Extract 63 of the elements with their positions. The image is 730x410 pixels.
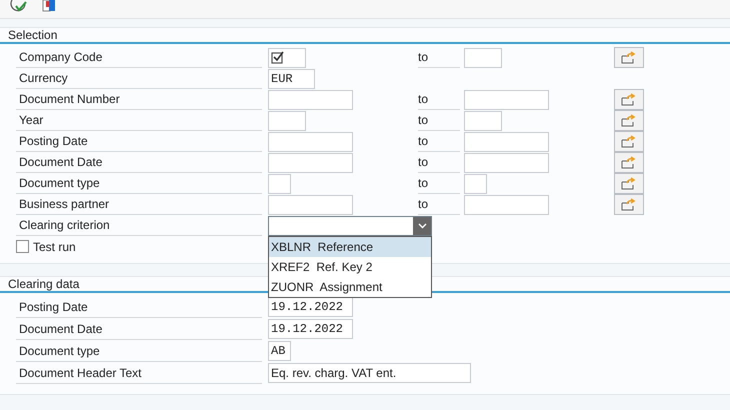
multiple-selection-button[interactable] [614, 47, 644, 68]
to-label: to [418, 133, 428, 150]
input-field[interactable] [464, 174, 487, 194]
input-field[interactable]: AB [268, 341, 291, 361]
arrow-into-box-icon [621, 198, 637, 211]
section-title: Selection [8, 27, 58, 44]
to-label: to [418, 49, 428, 66]
arrow-into-box-icon [621, 177, 637, 190]
field-label: Posting Date [19, 298, 88, 316]
dropdown-option[interactable]: XREF2 Ref. Key 2 [269, 256, 431, 276]
multiple-selection-button[interactable] [614, 89, 644, 110]
to-label: to [418, 91, 428, 108]
input-field[interactable] [268, 152, 353, 172]
to-label: to [418, 196, 428, 213]
multiple-selection-button[interactable] [614, 194, 644, 215]
input-field[interactable] [268, 132, 353, 152]
to-label: to [418, 175, 428, 192]
arrow-into-box-icon [621, 93, 637, 106]
multiple-selection-button[interactable] [614, 110, 644, 131]
arrow-into-box-icon [621, 51, 637, 64]
multiple-selection-button[interactable] [614, 173, 644, 194]
dropdown-option[interactable]: ZUONR Assignment [269, 276, 431, 296]
field-label: Document type [19, 175, 100, 192]
section-title: Clearing data [8, 276, 80, 293]
arrow-into-box-icon [621, 114, 637, 127]
input-field[interactable] [464, 90, 549, 110]
field-label: Clearing criterion [19, 217, 110, 234]
field-label: Company Code [19, 49, 102, 66]
field-label: Posting Date [19, 133, 88, 150]
input-field[interactable] [464, 48, 502, 68]
field-label: Document Date [19, 320, 102, 338]
input-field[interactable] [268, 90, 353, 110]
input-field[interactable]: 19.12.2022 [268, 319, 353, 339]
check-icon[interactable] [10, 0, 28, 14]
multiple-selection-button[interactable] [614, 152, 644, 173]
multiple-selection-button[interactable] [614, 131, 644, 152]
input-field[interactable]: EUR [268, 68, 315, 88]
document-icon[interactable] [42, 0, 56, 12]
to-label: to [418, 154, 428, 171]
field-label: Document Number [19, 91, 120, 108]
arrow-into-box-icon [621, 135, 637, 148]
chevron-down-icon [418, 222, 426, 228]
arrow-into-box-icon [621, 156, 637, 169]
input-field[interactable] [268, 48, 306, 68]
checkbox-label: Test run [33, 238, 76, 256]
to-label: to [418, 112, 428, 129]
input-field[interactable] [268, 110, 306, 130]
input-field[interactable]: Eq. rev. charg. VAT ent. [268, 363, 471, 383]
input-field[interactable] [268, 194, 353, 214]
input-field[interactable] [268, 174, 291, 194]
input-field[interactable] [464, 132, 549, 152]
checkbox[interactable] [16, 240, 29, 253]
field-label: Document Date [19, 154, 102, 171]
field-label: Document type [19, 342, 100, 360]
input-field[interactable]: 19.12.2022 [268, 297, 353, 317]
input-field[interactable] [464, 152, 549, 172]
field-label: Business partner [19, 196, 110, 213]
field-label: Currency [19, 70, 68, 87]
dropdown-option[interactable]: XBLNR Reference [269, 236, 431, 256]
input-field[interactable] [464, 110, 502, 130]
field-label: Year [19, 112, 44, 129]
input-field[interactable] [464, 194, 549, 214]
field-label: Document Header Text [19, 364, 142, 382]
